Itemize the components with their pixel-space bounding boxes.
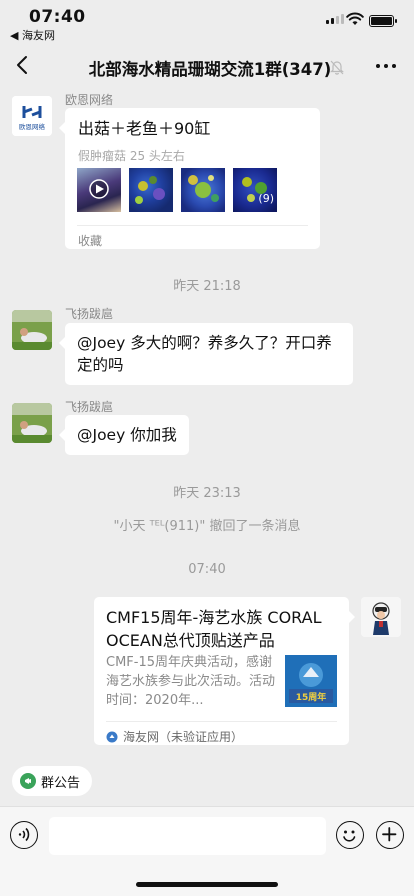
card-source: 海友网（未验证应用）	[106, 726, 243, 748]
home-indicator[interactable]	[136, 882, 278, 887]
favorite-card[interactable]: 出菇＋老鱼＋90缸 假肿瘤菇 25 头左右 (9) 收藏	[59, 108, 320, 249]
my-avatar[interactable]	[361, 597, 401, 637]
battery-icon	[369, 15, 397, 27]
user-photo-icon	[12, 310, 52, 350]
user-photo-icon	[12, 403, 52, 443]
notice-label: 群公告	[41, 775, 81, 791]
cellular-signal-icon	[326, 14, 344, 24]
play-icon	[89, 179, 109, 199]
coral-photo-icon	[188, 175, 219, 202]
link-card[interactable]: CMF15周年-海艺水族 CORAL OCEAN总代顶贴送产品 CMF-15周年…	[94, 597, 355, 748]
group-notice-button[interactable]: 群公告	[12, 766, 93, 796]
card-thumbnail: 15周年	[285, 655, 337, 707]
recall-notice: "小天 ᵀᴱᴸ(911)" 撤回了一条消息	[113, 519, 301, 534]
more-options-icon[interactable]	[376, 64, 396, 68]
message-text: @Joey 你加我	[77, 426, 177, 444]
photo-thumbnail[interactable]	[181, 168, 225, 212]
plus-icon[interactable]	[376, 821, 404, 849]
notice-icon	[20, 773, 36, 789]
voice-input-icon[interactable]	[10, 821, 38, 849]
timestamp: 昨天 23:13	[173, 486, 241, 501]
photo-thumbnail-more[interactable]: (9)	[233, 168, 277, 212]
card-thumbnails: (9)	[77, 168, 277, 212]
emoji-icon[interactable]	[336, 821, 364, 849]
video-thumbnail[interactable]	[77, 168, 121, 212]
card-divider	[77, 225, 308, 226]
app-source-icon	[106, 731, 118, 743]
cmf-anniversary-icon: 15周年	[285, 655, 337, 707]
card-footer: 收藏	[78, 234, 103, 248]
message-input[interactable]	[49, 817, 326, 855]
avatar-feiyang[interactable]	[12, 403, 52, 443]
card-title: CMF15周年-海艺水族 CORAL OCEAN总代顶贴送产品	[106, 608, 322, 650]
coral-photo-icon	[135, 176, 165, 204]
chat-header: 北部海水精品珊瑚交流1群(347)	[0, 44, 414, 88]
svg-text:欧恩网络: 欧恩网络	[19, 122, 46, 131]
mute-bell-icon	[330, 60, 344, 75]
card-divider	[106, 721, 337, 722]
photo-thumbnail[interactable]	[129, 168, 173, 212]
avatar-feiyang[interactable]	[12, 310, 52, 350]
card-title: 出菇＋老鱼＋90缸	[78, 119, 211, 138]
sender-name: 欧恩网络	[65, 93, 114, 107]
svg-text:15周年: 15周年	[296, 691, 327, 703]
wifi-icon	[346, 12, 364, 25]
message-bubble[interactable]: @Joey 多大的啊？养多久了？开口养定的吗	[59, 323, 353, 385]
card-description: CMF-15周年庆典活动，感谢海艺水族参与此次活动。活动时间：2020年...	[106, 655, 276, 708]
sender-name: 飞扬跋扈	[65, 400, 114, 414]
sender-name: 飞扬跋扈	[65, 307, 114, 321]
back-to-app-link[interactable]: ◀ 海友网	[10, 27, 55, 43]
back-icon[interactable]	[12, 54, 34, 76]
message-text: @Joey 多大的啊？养多久了？开口养定的吗	[77, 334, 332, 374]
timestamp: 昨天 21:18	[173, 279, 241, 294]
status-bar: 07:40 ◀ 海友网	[0, 0, 414, 44]
message-bubble[interactable]: @Joey 你加我	[59, 415, 189, 455]
ouen-logo-icon: 欧恩网络	[12, 96, 52, 136]
chat-title: 北部海水精品珊瑚交流1群(347)	[88, 60, 332, 79]
card-subtitle: 假肿瘤菇 25 头左右	[78, 149, 185, 163]
timestamp: 07:40	[188, 562, 226, 577]
source-label: 海友网（未验证应用）	[123, 730, 244, 744]
more-photos-count: (9)	[258, 192, 274, 205]
pilot-avatar-icon	[361, 597, 401, 637]
status-time: 07:40	[29, 7, 86, 27]
avatar-ouen[interactable]: 欧恩网络	[12, 96, 52, 136]
